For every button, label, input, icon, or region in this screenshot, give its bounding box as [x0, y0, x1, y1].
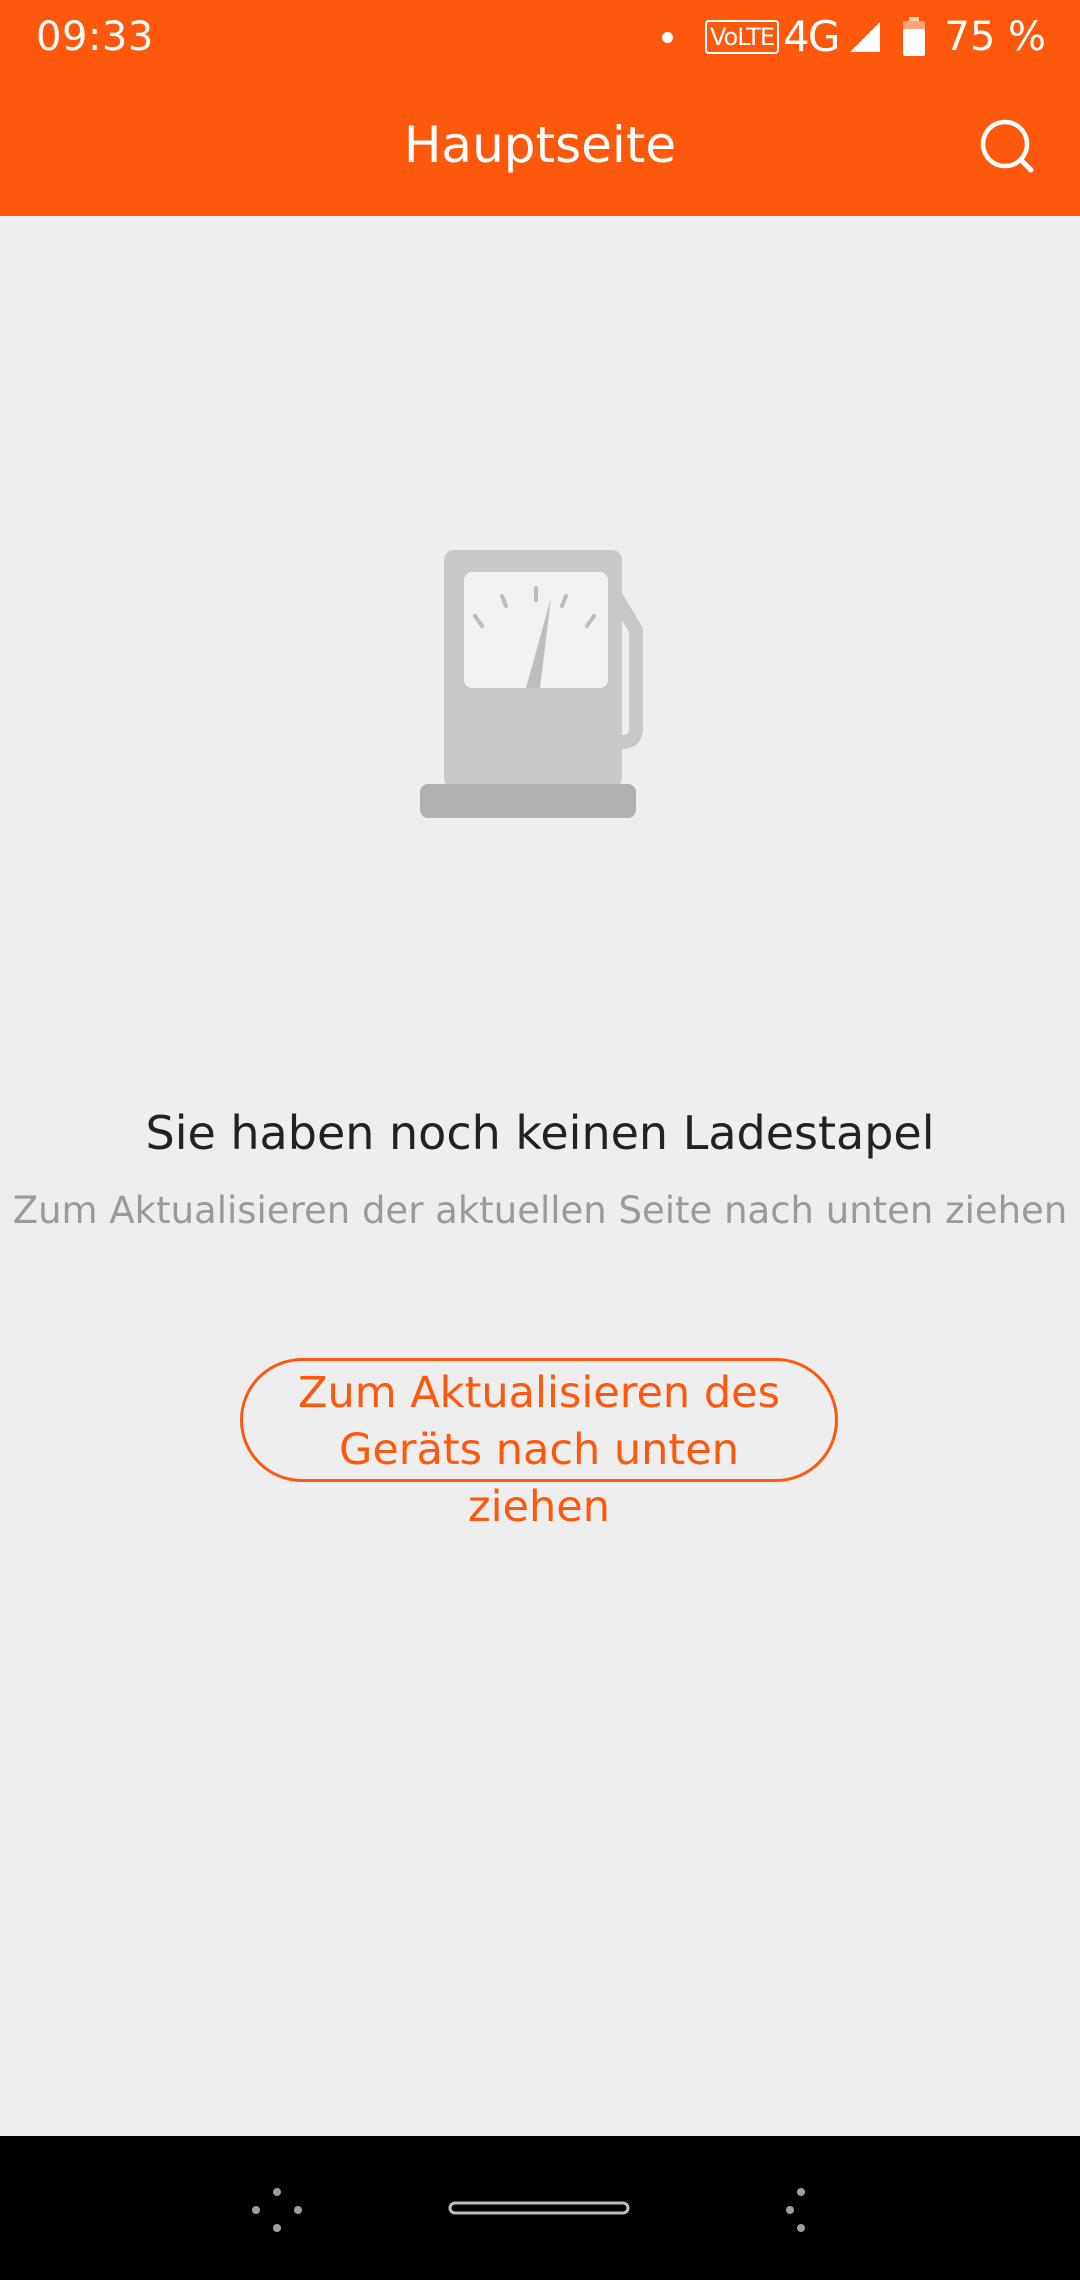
page-title: Hauptseite — [403, 116, 677, 174]
search-button[interactable] — [975, 114, 1039, 178]
battery-icon — [903, 17, 926, 56]
notification-dot-icon — [661, 31, 673, 43]
search-icon — [980, 119, 1034, 173]
nav-back-button[interactable] — [246, 2184, 308, 2234]
nav-recents-button[interactable] — [770, 2184, 832, 2234]
nav-dots-icon — [252, 2188, 302, 2232]
status-bar: 09:33 VoLTE 4G 75 % — [0, 0, 1080, 74]
network-type: 4G — [783, 12, 840, 61]
signal-icon — [850, 22, 881, 52]
empty-state-title: Sie haben noch keinen Ladestapel — [145, 1106, 935, 1160]
volte-badge: VoLTE — [704, 20, 780, 54]
system-nav-bar — [0, 2136, 1080, 2280]
charging-station-icon — [420, 550, 643, 818]
status-indicators: VoLTE 4G 75 % — [661, 10, 1046, 64]
status-time: 09:33 — [36, 14, 154, 60]
nav-home-button[interactable] — [448, 2200, 630, 2216]
app-bar: Hauptseite — [0, 74, 1080, 216]
battery-percentage: 75 % — [944, 14, 1046, 60]
refresh-device-button[interactable]: Zum Aktualisieren des Geräts nach unten … — [240, 1358, 838, 1532]
empty-state-hint: Zum Aktualisieren der aktuellen Seite na… — [12, 1189, 1068, 1232]
nav-dots-icon — [786, 2188, 805, 2232]
home-bar-icon — [448, 2201, 630, 2215]
